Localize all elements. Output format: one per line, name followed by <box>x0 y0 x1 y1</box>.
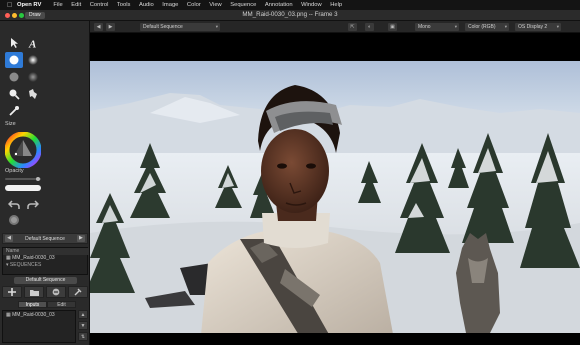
menu-tools[interactable]: Tools <box>117 2 131 8</box>
circle-brush-icon[interactable] <box>5 52 23 68</box>
chevron-down-icon: ▾ <box>504 24 507 29</box>
session-tree: Name ▦ MM_Raid-0030_03 ▾ SEQUENCES <box>2 247 89 275</box>
add-icon[interactable] <box>2 286 22 298</box>
tree-header: Name <box>3 248 89 255</box>
menu-sequence[interactable]: Sequence <box>230 2 256 8</box>
chevron-down-icon: ▾ <box>215 24 218 29</box>
apple-menu-icon[interactable]:  <box>7 2 17 9</box>
next-sequence-button[interactable]: ▶ <box>76 235 85 242</box>
menu-window[interactable]: Window <box>301 2 322 8</box>
wipe-icon[interactable]: ◐ <box>365 23 374 31</box>
sequence-label: Default Sequence <box>25 235 65 242</box>
sort-icon[interactable]: ⇅ <box>78 332 88 341</box>
size-label: Size <box>5 121 16 127</box>
settings-icon[interactable] <box>68 286 88 298</box>
tree-section-sequences[interactable]: ▾ SEQUENCES <box>3 262 89 269</box>
list-item[interactable]: ▦ MM_Raid-0030_03 <box>3 311 75 319</box>
fit-icon[interactable]: ⇱ <box>348 23 357 31</box>
tab-inputs[interactable]: Inputs <box>18 301 47 308</box>
menu-control[interactable]: Control <box>90 2 109 8</box>
clone-icon[interactable] <box>24 86 42 102</box>
default-sequence-item[interactable]: Default Sequence <box>14 277 77 284</box>
gray-circle-icon[interactable] <box>5 69 23 85</box>
menu-file[interactable]: File <box>53 2 62 8</box>
soft-brush-icon[interactable] <box>24 52 42 68</box>
blur-circle-icon[interactable] <box>24 69 42 85</box>
color-swatch[interactable] <box>5 185 41 191</box>
delete-icon[interactable] <box>46 286 66 298</box>
color-wheel-icon[interactable] <box>4 131 42 169</box>
move-down-icon[interactable]: ▼ <box>78 321 88 330</box>
svg-text:A: A <box>28 39 36 50</box>
window-titlebar: Draw MM_Raid-0030_03.png -- Frame 3 <box>0 10 580 21</box>
clear-icon[interactable] <box>5 212 23 228</box>
opacity-slider-knob[interactable] <box>36 177 40 181</box>
inputs-list: ▦ MM_Raid-0030_03 <box>2 310 76 343</box>
tab-edit[interactable]: Edit <box>47 301 76 308</box>
chevron-down-icon: ▾ <box>556 24 559 29</box>
eyedropper-icon[interactable] <box>5 103 23 119</box>
undo-icon[interactable] <box>5 197 23 213</box>
sequence-select[interactable]: Default Sequence ▾ <box>140 23 220 31</box>
menu-color[interactable]: Color <box>187 2 201 8</box>
chevron-down-icon: ▾ <box>454 24 457 29</box>
menu-view[interactable]: View <box>209 2 221 8</box>
panel-tabs: Inputs Edit <box>18 301 76 308</box>
session-buttons <box>2 286 88 298</box>
folder-icon[interactable] <box>24 286 44 298</box>
macos-menubar:  Open RV File Edit Control Tools Audio … <box>0 0 580 10</box>
menu-audio[interactable]: Audio <box>139 2 154 8</box>
viewer-toolbar: ◀ ▶ Default Sequence ▾ ⇱ ◐ ▣ Mono ▾ Color … <box>90 21 580 33</box>
inputs-order-buttons: ▲ ▼ ⇅ <box>78 310 88 343</box>
opacity-label: Opacity <box>5 168 24 174</box>
image-viewer[interactable] <box>90 33 580 345</box>
text-tool-icon[interactable]: A <box>24 35 42 51</box>
redo-icon[interactable] <box>24 197 42 213</box>
sequence-nav-bar: ◀ Default Sequence ▶ <box>2 233 88 244</box>
select-arrow-icon[interactable] <box>5 35 23 51</box>
menu-annotation[interactable]: Annotation <box>265 2 293 8</box>
prev-sequence-button[interactable]: ◀ <box>5 235 13 242</box>
stereo-select[interactable]: Mono ▾ <box>415 23 459 31</box>
display-select[interactable]: OS Display 2 ▾ <box>515 23 561 31</box>
menu-image[interactable]: Image <box>162 2 178 8</box>
window-title: MM_Raid-0030_03.png -- Frame 3 <box>242 11 338 18</box>
menu-edit[interactable]: Edit <box>71 2 81 8</box>
channel-icon[interactable]: ▣ <box>388 23 397 31</box>
back-icon[interactable]: ◀ <box>94 23 103 31</box>
menu-help[interactable]: Help <box>330 2 342 8</box>
dodge-icon[interactable] <box>5 86 23 102</box>
rendered-frame-image <box>90 33 580 345</box>
forward-icon[interactable]: ▶ <box>106 23 115 31</box>
move-up-icon[interactable]: ▲ <box>78 310 88 319</box>
tree-item-source[interactable]: ▦ MM_Raid-0030_03 <box>3 255 89 262</box>
menu-app-name[interactable]: Open RV <box>17 2 41 8</box>
color-space-select[interactable]: Color (RGB) ▾ <box>465 23 509 31</box>
